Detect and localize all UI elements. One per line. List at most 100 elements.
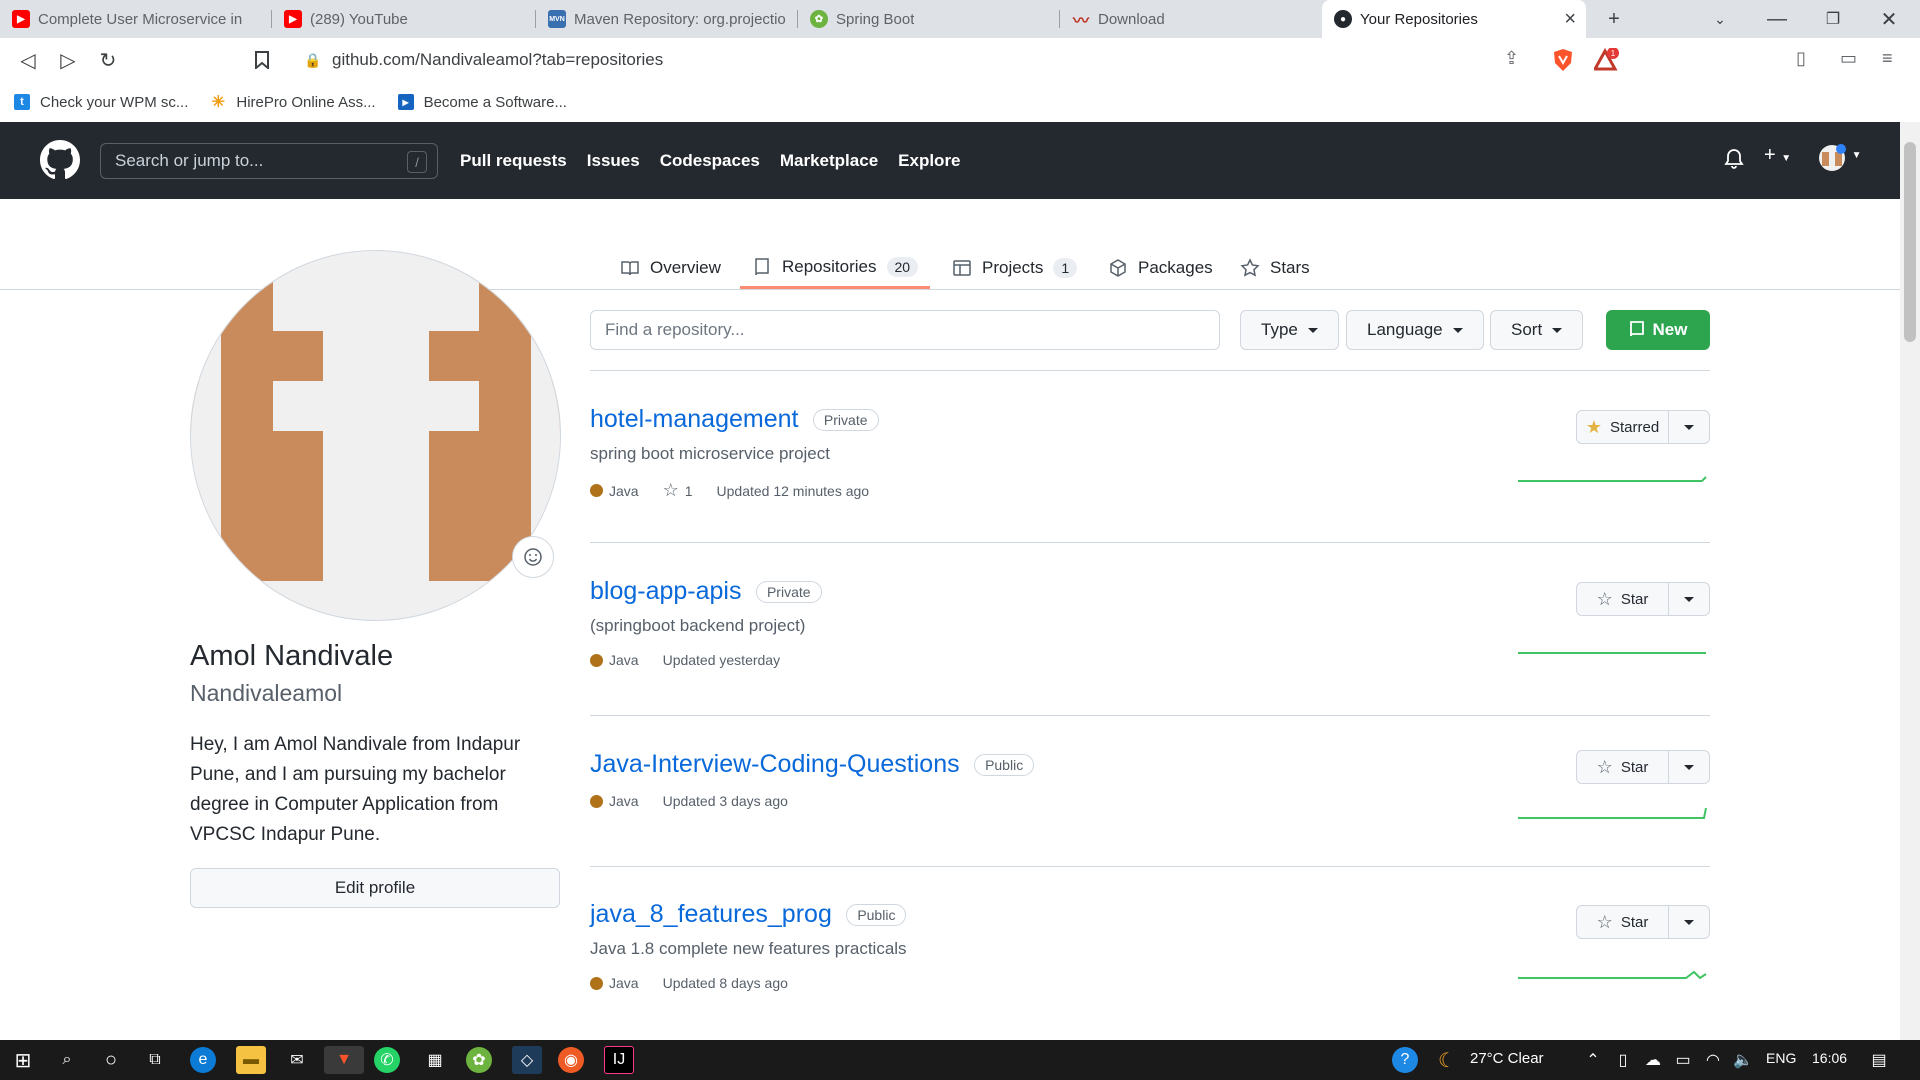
star-list-dropdown[interactable] bbox=[1669, 919, 1709, 925]
starred-button[interactable]: ★ Starred bbox=[1576, 410, 1710, 444]
activity-sparkline bbox=[1518, 476, 1707, 482]
intellij-icon[interactable]: IJ bbox=[604, 1046, 634, 1074]
nav-issues[interactable]: Issues bbox=[587, 151, 640, 171]
back-icon[interactable]: ◁ bbox=[12, 44, 44, 76]
stargazers-link[interactable]: ☆ 1 bbox=[663, 480, 693, 501]
edge-icon[interactable]: e bbox=[190, 1047, 216, 1073]
tab-overview[interactable]: Overview bbox=[608, 247, 733, 289]
browser-tab-0[interactable]: ▶ Complete User Microservice in bbox=[0, 0, 272, 38]
sidebar-icon[interactable]: ▯ bbox=[1796, 48, 1806, 69]
share-icon[interactable]: ⇪ bbox=[1504, 48, 1519, 69]
search-icon[interactable]: ⌕ bbox=[52, 1046, 82, 1074]
star-list-dropdown[interactable] bbox=[1669, 424, 1709, 430]
type-filter-button[interactable]: Type bbox=[1240, 310, 1339, 350]
create-new-icon[interactable]: + ▼ bbox=[1764, 144, 1791, 167]
device-icon[interactable]: ▯ bbox=[1608, 1046, 1638, 1074]
scrollbar-thumb[interactable] bbox=[1904, 142, 1916, 342]
wallet-icon[interactable]: ▭ bbox=[1840, 48, 1857, 69]
notifications-icon[interactable]: ▤ bbox=[1864, 1046, 1894, 1074]
nav-pull-requests[interactable]: Pull requests bbox=[460, 151, 567, 171]
repo-item: blog-app-apis Private (springboot backen… bbox=[590, 577, 1710, 668]
volume-icon[interactable]: 🔈 bbox=[1728, 1046, 1758, 1074]
tab-repositories[interactable]: Repositories 20 bbox=[740, 247, 931, 289]
brave-taskbar-icon[interactable]: ▼ bbox=[324, 1046, 364, 1074]
task-view-icon[interactable]: ⧉ bbox=[140, 1046, 170, 1074]
tab-projects[interactable]: Projects 1 bbox=[940, 247, 1089, 289]
language-indicator[interactable]: ENG bbox=[1766, 1050, 1796, 1066]
tab-packages[interactable]: Packages bbox=[1096, 247, 1225, 289]
menu-icon[interactable]: ≡ bbox=[1882, 48, 1893, 69]
star-list-dropdown[interactable] bbox=[1669, 596, 1709, 602]
file-explorer-icon[interactable]: ▬ bbox=[236, 1046, 266, 1074]
repo-name-link[interactable]: java_8_features_prog bbox=[590, 900, 832, 929]
restore-icon[interactable]: ❐ bbox=[1810, 0, 1856, 38]
mail-icon[interactable]: ✉ bbox=[282, 1046, 312, 1074]
sort-filter-button[interactable]: Sort bbox=[1490, 310, 1584, 350]
profile-bio: Hey, I am Amol Nandivale from Indapur Pu… bbox=[190, 734, 521, 845]
cortana-icon[interactable]: ○ bbox=[96, 1046, 126, 1074]
user-avatar-menu[interactable]: ▼ bbox=[1818, 144, 1861, 178]
language-filter-button[interactable]: Language bbox=[1346, 310, 1484, 350]
repo-icon bbox=[755, 257, 769, 275]
repo-name-link[interactable]: Java-Interview-Coding-Questions bbox=[590, 750, 960, 779]
brave-shield-icon[interactable] bbox=[1552, 48, 1574, 77]
weather-text[interactable]: 27°C Clear bbox=[1470, 1050, 1544, 1067]
bell-icon[interactable] bbox=[1724, 148, 1744, 176]
windows-start-icon[interactable]: ⊞ bbox=[8, 1046, 38, 1074]
minimize-icon[interactable]: — bbox=[1754, 0, 1800, 38]
wifi-icon[interactable]: ◠ bbox=[1698, 1046, 1728, 1074]
browser-tab-1[interactable]: ▶ (289) YouTube bbox=[272, 0, 536, 38]
whatsapp-icon[interactable]: ✆ bbox=[374, 1047, 400, 1073]
lock-icon: 🔒 bbox=[304, 52, 322, 68]
bookmark-item-software[interactable]: ▶ Become a Software... bbox=[397, 94, 567, 111]
github-icon: ● bbox=[1334, 10, 1352, 28]
tab-stars[interactable]: Stars bbox=[1228, 247, 1322, 289]
brave-rewards-icon[interactable]: 1 bbox=[1592, 47, 1620, 77]
chevron-down-icon bbox=[1552, 327, 1563, 333]
browser-tab-3[interactable]: ✿ Spring Boot bbox=[798, 0, 1060, 38]
github-logo-icon[interactable] bbox=[40, 140, 80, 180]
forward-icon[interactable]: ▷ bbox=[52, 44, 84, 76]
edit-profile-button[interactable]: Edit profile bbox=[190, 868, 560, 908]
star-button[interactable]: ☆ Star bbox=[1576, 905, 1710, 939]
help-icon[interactable]: ? bbox=[1392, 1047, 1418, 1073]
nav-codespaces[interactable]: Codespaces bbox=[660, 151, 760, 171]
typing-test-icon: t bbox=[14, 94, 30, 110]
repo-name-link[interactable]: hotel-management bbox=[590, 405, 798, 434]
spring-tool-icon[interactable]: ✿ bbox=[466, 1047, 492, 1073]
new-tab-icon[interactable]: + bbox=[1598, 0, 1630, 38]
battery-icon[interactable]: ▭ bbox=[1668, 1046, 1698, 1074]
browser-tab-4[interactable]: 〰 Download bbox=[1060, 0, 1322, 38]
address-bar[interactable]: 🔒 github.com/Nandivaleamol?tab=repositor… bbox=[290, 42, 1535, 78]
tab-search-icon[interactable]: ⌄ bbox=[1704, 0, 1736, 38]
nav-marketplace[interactable]: Marketplace bbox=[780, 151, 878, 171]
new-repository-button[interactable]: New bbox=[1606, 310, 1710, 350]
bookmark-icon[interactable] bbox=[246, 44, 278, 76]
find-repository-input[interactable]: Find a repository... bbox=[590, 310, 1220, 350]
avatar bbox=[190, 250, 561, 621]
star-button[interactable]: ☆ Star bbox=[1576, 750, 1710, 784]
page-scrollbar[interactable] bbox=[1900, 122, 1920, 1040]
close-tab-icon[interactable]: × bbox=[1564, 8, 1576, 31]
photos-icon[interactable]: ▦ bbox=[420, 1046, 450, 1074]
vscode-icon[interactable]: ◇ bbox=[512, 1046, 542, 1074]
clock[interactable]: 16:06 bbox=[1812, 1050, 1847, 1066]
github-search-input[interactable]: Search or jump to... / bbox=[100, 143, 438, 179]
tab-title: Maven Repository: org.projection bbox=[574, 10, 786, 28]
chevron-up-icon[interactable]: ⌃ bbox=[1578, 1046, 1608, 1074]
star-button[interactable]: ☆ Star bbox=[1576, 582, 1710, 616]
browser-tab-2[interactable]: MVN Maven Repository: org.projection bbox=[536, 0, 798, 38]
repo-name-link[interactable]: blog-app-apis bbox=[590, 577, 742, 606]
browser-tab-active[interactable]: ● Your Repositories × bbox=[1322, 0, 1586, 38]
postman-icon[interactable]: ◉ bbox=[558, 1047, 584, 1073]
reload-icon[interactable]: ↻ bbox=[92, 44, 124, 76]
set-status-emoji-button[interactable] bbox=[512, 536, 554, 578]
chevron-down-icon bbox=[1684, 596, 1694, 602]
divider bbox=[590, 715, 1710, 716]
star-list-dropdown[interactable] bbox=[1669, 764, 1709, 770]
close-window-icon[interactable]: ✕ bbox=[1866, 0, 1912, 38]
cloud-icon[interactable]: ☁ bbox=[1638, 1046, 1668, 1074]
bookmark-item-hirepro[interactable]: ✳ HirePro Online Ass... bbox=[210, 94, 376, 112]
nav-explore[interactable]: Explore bbox=[898, 151, 960, 171]
bookmark-item-wpm[interactable]: t Check your WPM sc... bbox=[14, 94, 188, 111]
